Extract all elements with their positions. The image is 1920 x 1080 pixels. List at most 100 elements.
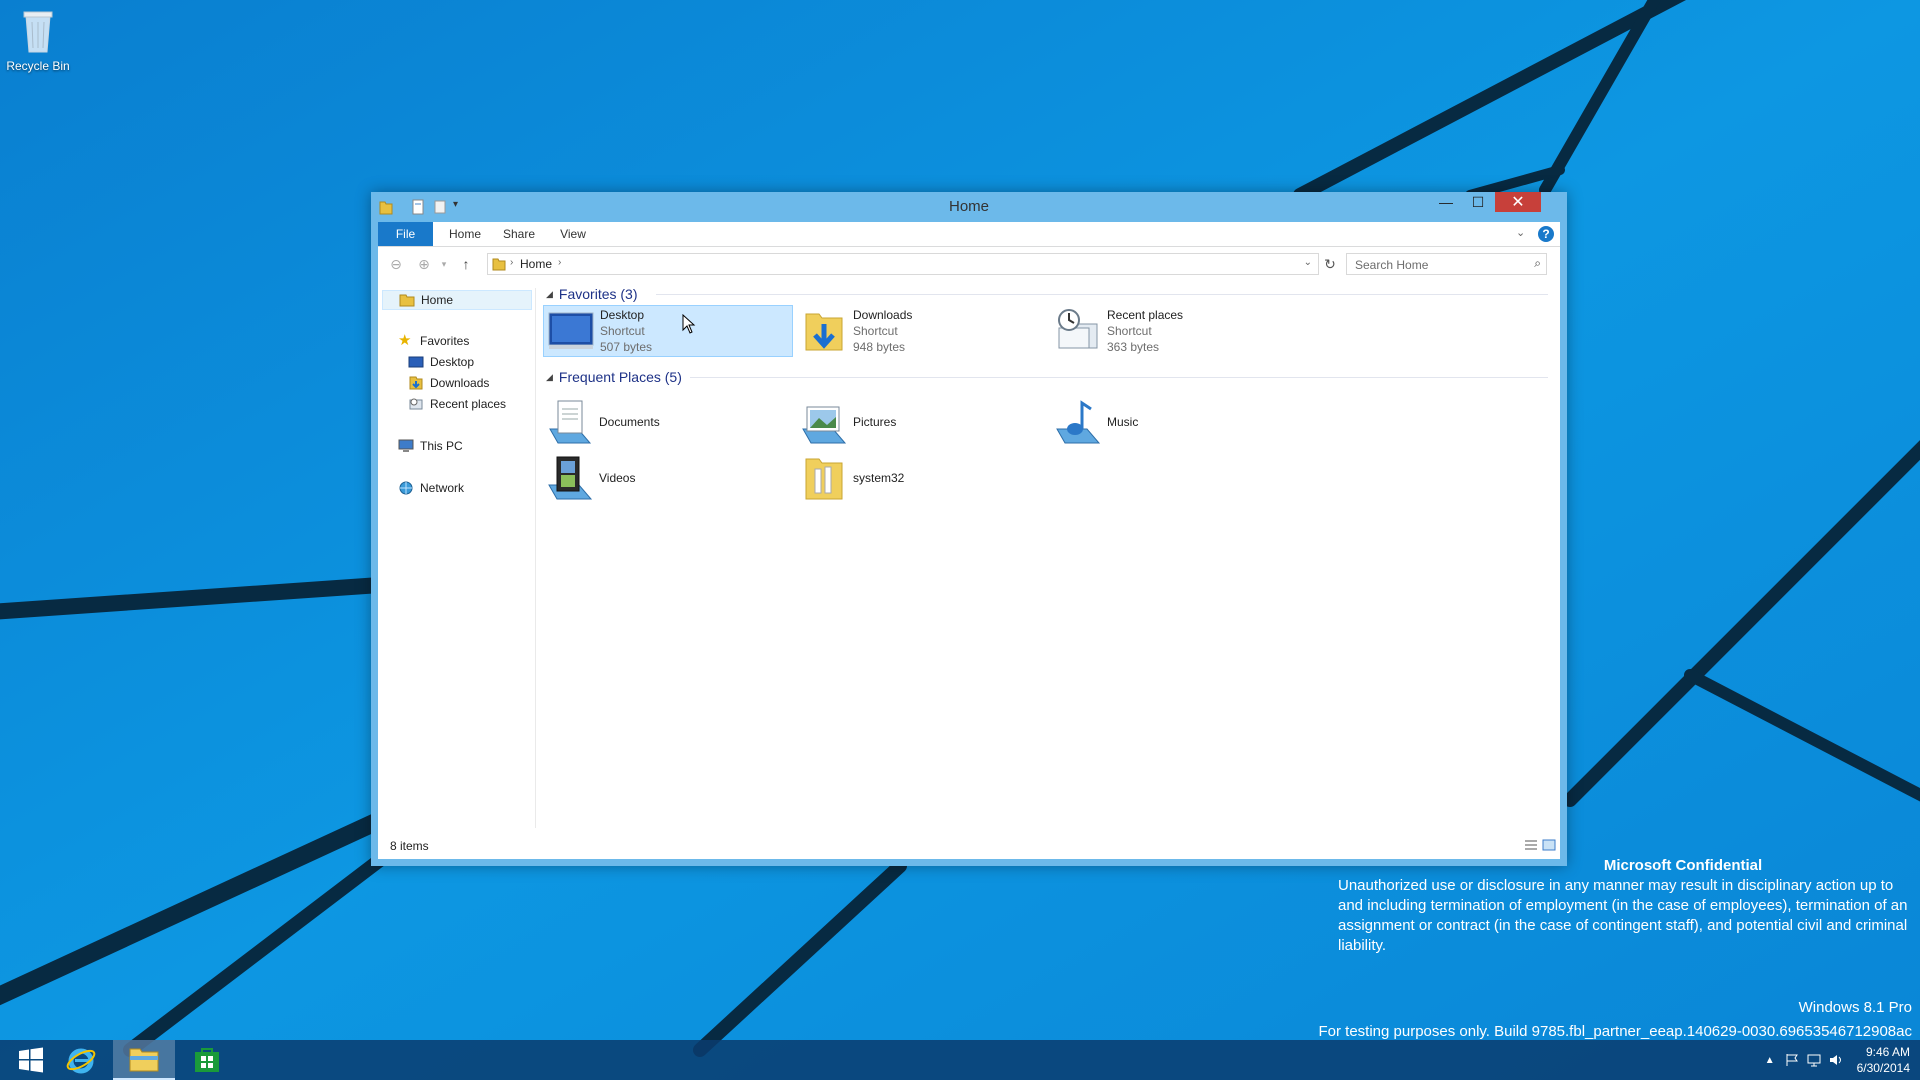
- navigation-bar: ⊖ ⊕ ▾ ↑ › Home › ⌄ ↻ ⌕: [378, 247, 1560, 281]
- clock[interactable]: 9:46 AM 6/30/2014: [1857, 1044, 1910, 1076]
- confidential-watermark: Microsoft Confidential Unauthorized use …: [1338, 856, 1908, 956]
- group-header-frequent-places[interactable]: ◢ Frequent Places (5): [538, 367, 682, 387]
- file-explorer-icon: [128, 1045, 160, 1073]
- item-downloads[interactable]: Downloads Shortcut 948 bytes: [797, 305, 1047, 357]
- windows-edition: Windows 8.1 Pro: [1318, 996, 1912, 1020]
- build-info: Windows 8.1 Pro For testing purposes onl…: [1318, 996, 1912, 1044]
- item-pictures[interactable]: Pictures: [797, 396, 1047, 448]
- group-divider: [690, 377, 1548, 378]
- desktop-icon: [548, 312, 594, 350]
- minimize-button[interactable]: —: [1431, 192, 1461, 212]
- item-recent-places[interactable]: Recent places Shortcut 363 bytes: [1051, 305, 1301, 357]
- store-button[interactable]: [176, 1040, 238, 1080]
- recent-locations-chevron-icon[interactable]: ▾: [436, 256, 452, 272]
- downloads-folder-icon: [803, 308, 845, 354]
- file-explorer-button[interactable]: [113, 1040, 175, 1080]
- clock-date: 6/30/2014: [1857, 1060, 1910, 1076]
- taskbar: ▲ 9:46 AM 6/30/2014: [0, 1040, 1920, 1080]
- item-name: Music: [1107, 414, 1138, 430]
- recent-places-icon: [1055, 308, 1101, 354]
- tab-home[interactable]: Home: [440, 222, 490, 246]
- expand-ribbon-chevron-icon[interactable]: ⌄: [1516, 226, 1525, 239]
- tab-share[interactable]: Share: [494, 222, 544, 246]
- item-system32[interactable]: system32: [797, 452, 1047, 504]
- item-count: 8 items: [390, 839, 429, 853]
- pictures-icon: [801, 399, 847, 445]
- nav-item-downloads[interactable]: Downloads: [408, 373, 489, 393]
- star-icon: ★: [398, 333, 414, 349]
- help-icon[interactable]: ?: [1538, 226, 1554, 242]
- large-icons-view-icon[interactable]: [1542, 839, 1556, 851]
- item-name: system32: [853, 470, 904, 486]
- nav-item-label: This PC: [420, 439, 463, 453]
- item-type: Shortcut: [853, 323, 912, 339]
- forward-arrow-icon[interactable]: ⊕: [416, 256, 432, 272]
- item-music[interactable]: Music: [1051, 396, 1301, 448]
- item-documents[interactable]: Documents: [543, 396, 793, 448]
- close-button[interactable]: ✕: [1495, 192, 1541, 212]
- tab-file[interactable]: File: [378, 222, 433, 246]
- mouse-cursor-icon: [682, 314, 696, 334]
- group-divider: [656, 294, 1548, 295]
- nav-item-desktop[interactable]: Desktop: [408, 352, 474, 372]
- refresh-icon[interactable]: ↻: [1322, 256, 1338, 272]
- internet-explorer-icon: [65, 1044, 97, 1076]
- nav-item-this-pc[interactable]: This PC: [398, 436, 463, 456]
- watermark-body: Unauthorized use or disclosure in any ma…: [1338, 876, 1908, 956]
- status-bar: 8 items: [378, 832, 1560, 859]
- maximize-button[interactable]: ☐: [1463, 192, 1493, 212]
- address-history-chevron-icon[interactable]: ⌄: [1304, 257, 1312, 268]
- item-type: Shortcut: [600, 323, 652, 339]
- nav-item-network[interactable]: Network: [398, 478, 464, 498]
- search-input[interactable]: [1353, 257, 1527, 273]
- clock-time: 9:46 AM: [1857, 1044, 1910, 1060]
- show-hidden-icons-chevron-icon[interactable]: ▲: [1765, 1055, 1775, 1066]
- internet-explorer-button[interactable]: [50, 1040, 112, 1080]
- item-name: Documents: [599, 414, 660, 430]
- up-arrow-icon[interactable]: ↑: [458, 256, 474, 272]
- volume-icon[interactable]: [1828, 1053, 1844, 1067]
- explorer-body: File Home Share View ⌄ ? ⊖ ⊕ ▾ ↑ › Home …: [378, 222, 1560, 859]
- videos-icon: [547, 455, 593, 501]
- title-bar: ▾ Home — ☐ ✕: [371, 192, 1567, 222]
- item-name: Pictures: [853, 414, 896, 430]
- item-size: 363 bytes: [1107, 339, 1183, 355]
- collapse-triangle-icon: ◢: [546, 289, 553, 300]
- search-icon[interactable]: ⌕: [1534, 256, 1541, 271]
- file-explorer-window: ▾ Home — ☐ ✕ File Home Share View ⌄ ? ⊖ …: [371, 192, 1567, 866]
- item-size: 948 bytes: [853, 339, 912, 355]
- watermark-title: Microsoft Confidential: [1338, 856, 1908, 876]
- search-box[interactable]: ⌕: [1346, 253, 1547, 275]
- breadcrumb-separator-icon[interactable]: ›: [558, 257, 561, 268]
- item-name: Desktop: [600, 307, 652, 323]
- group-header-favorites[interactable]: ◢ Favorites (3): [538, 284, 638, 304]
- collapse-triangle-icon: ◢: [546, 372, 553, 383]
- recycle-bin[interactable]: Recycle Bin: [4, 6, 72, 73]
- nav-item-home[interactable]: Home: [382, 290, 532, 310]
- documents-icon: [548, 399, 592, 445]
- network-tray-icon[interactable]: [1806, 1053, 1822, 1067]
- navigation-pane: Home ★ Favorites Desktop Downloads Recen…: [378, 288, 536, 828]
- breadcrumb-home[interactable]: Home: [520, 257, 552, 271]
- action-center-flag-icon[interactable]: [1784, 1053, 1800, 1067]
- start-icon: [18, 1047, 44, 1073]
- folder-icon: [803, 455, 845, 501]
- nav-item-label: Desktop: [430, 355, 474, 369]
- nav-item-recent-places[interactable]: Recent places: [408, 394, 506, 414]
- recent-places-icon: [408, 396, 424, 412]
- nav-item-favorites[interactable]: ★ Favorites: [398, 331, 469, 351]
- nav-item-label: Home: [421, 293, 453, 307]
- item-desktop[interactable]: Desktop Shortcut 507 bytes: [543, 305, 793, 357]
- details-view-icon[interactable]: [1524, 839, 1538, 851]
- address-bar[interactable]: › Home › ⌄: [487, 253, 1319, 275]
- item-name: Videos: [599, 470, 635, 486]
- nav-item-label: Favorites: [420, 334, 469, 348]
- this-pc-icon: [398, 438, 414, 454]
- back-arrow-icon[interactable]: ⊖: [388, 256, 404, 272]
- downloads-folder-icon: [408, 375, 424, 391]
- music-icon: [1055, 399, 1101, 445]
- content-area: ◢ Favorites (3) Desktop Shortcut 507 byt…: [538, 284, 1558, 824]
- tab-view[interactable]: View: [550, 222, 596, 246]
- nav-item-label: Network: [420, 481, 464, 495]
- item-videos[interactable]: Videos: [543, 452, 793, 504]
